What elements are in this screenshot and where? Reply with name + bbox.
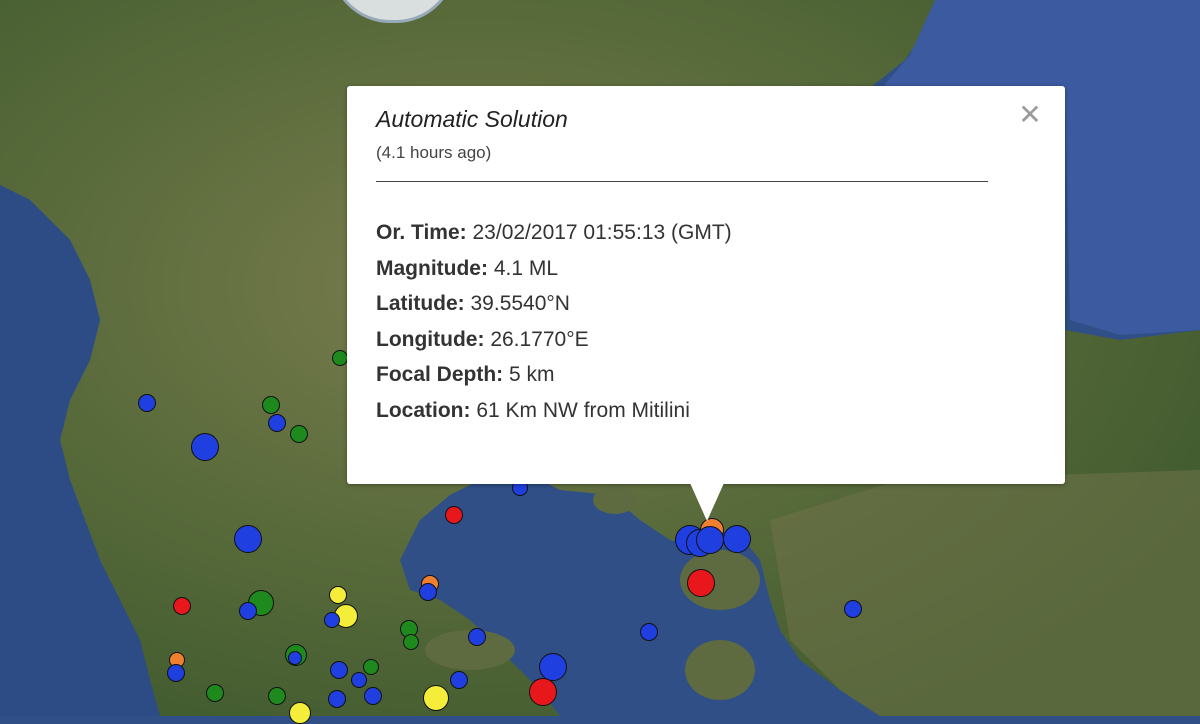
earthquake-marker[interactable]: [234, 525, 262, 553]
earthquake-marker[interactable]: [330, 661, 348, 679]
island-limnos: [593, 486, 637, 514]
earthquake-marker[interactable]: [206, 684, 224, 702]
earthquake-marker[interactable]: [445, 506, 463, 524]
popup-title: Automatic Solution: [376, 106, 568, 132]
detail-label: Focal Depth:: [376, 363, 504, 386]
detail-label: Location:: [376, 398, 471, 422]
detail-label: Magnitude:: [376, 256, 488, 280]
detail-value: 61 Km NW from Mitilini: [476, 398, 690, 422]
detail-value: 23/02/2017 01:55:13 (GMT): [472, 221, 732, 244]
detail-magnitude: Magnitude: 4.1 ML: [376, 251, 1037, 287]
detail-value: 26.1770°E: [490, 327, 589, 351]
earthquake-marker[interactable]: [167, 664, 185, 682]
earthquake-marker[interactable]: [696, 526, 724, 554]
earthquake-marker[interactable]: [844, 600, 862, 618]
earthquake-marker[interactable]: [403, 634, 419, 650]
earthquake-marker[interactable]: [191, 433, 219, 461]
detail-label: Latitude:: [376, 292, 465, 315]
earthquake-marker[interactable]: [268, 687, 286, 705]
earthquake-marker[interactable]: [364, 687, 382, 705]
earthquake-marker[interactable]: [363, 659, 379, 675]
earthquake-marker[interactable]: [450, 671, 468, 689]
earthquake-marker[interactable]: [351, 672, 367, 688]
detail-label: Or. Time:: [376, 221, 467, 244]
earthquake-marker[interactable]: [328, 690, 346, 708]
earthquake-marker[interactable]: [239, 602, 257, 620]
detail-value: 5 km: [509, 363, 555, 386]
earthquake-marker[interactable]: [723, 525, 751, 553]
detail-latitude: Latitude: 39.5540°N: [376, 286, 1037, 322]
earthquake-marker[interactable]: [289, 702, 311, 724]
detail-longitude: Longitude: 26.1770°E: [376, 322, 1037, 358]
detail-value: 39.5540°N: [470, 292, 570, 315]
earthquake-marker[interactable]: [268, 414, 286, 432]
earthquake-marker[interactable]: [539, 653, 567, 681]
popup-divider: [376, 181, 988, 182]
earthquake-marker[interactable]: [173, 597, 191, 615]
earthquake-marker[interactable]: [290, 425, 308, 443]
popup-pointer: [690, 483, 724, 521]
earthquake-marker[interactable]: [419, 583, 437, 601]
earthquake-marker[interactable]: [640, 623, 658, 641]
detail-label: Longitude:: [376, 327, 485, 351]
detail-value: 4.1 ML: [493, 256, 559, 280]
earthquake-marker[interactable]: [332, 350, 348, 366]
earthquake-marker[interactable]: [529, 678, 557, 706]
detail-origin-time: Or. Time: 23/02/2017 01:55:13 (GMT): [376, 215, 1037, 251]
detail-location: Location: 61 Km NW from Mitilini: [376, 393, 1037, 429]
earthquake-marker[interactable]: [329, 586, 347, 604]
popup-details: Or. Time: 23/02/2017 01:55:13 (GMT) Magn…: [376, 215, 1037, 428]
info-popup: ✕ Automatic Solution (4.1 hours ago) Or.…: [347, 86, 1065, 484]
popup-subtitle: (4.1 hours ago): [376, 143, 492, 162]
land-anatolia: [770, 470, 1200, 716]
earthquake-marker[interactable]: [324, 612, 340, 628]
earthquake-marker[interactable]: [138, 394, 156, 412]
earthquake-marker[interactable]: [262, 396, 280, 414]
earthquake-marker[interactable]: [687, 569, 715, 597]
close-icon[interactable]: ✕: [1017, 101, 1043, 129]
earthquake-marker[interactable]: [423, 685, 449, 711]
earthquake-marker[interactable]: [288, 651, 302, 665]
island-chios: [685, 640, 755, 700]
detail-focal-depth: Focal Depth: 5 km: [376, 357, 1037, 393]
earthquake-marker[interactable]: [468, 628, 486, 646]
